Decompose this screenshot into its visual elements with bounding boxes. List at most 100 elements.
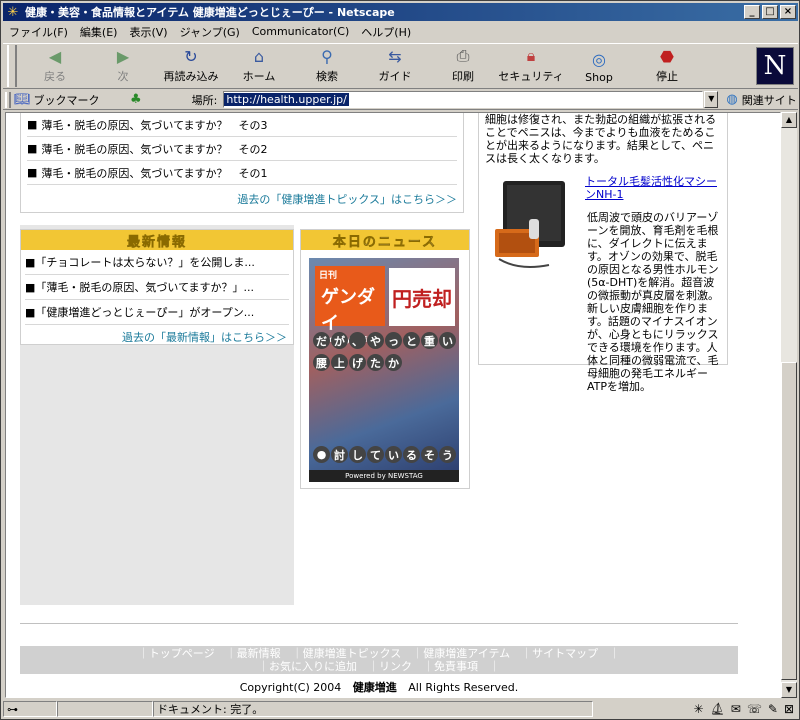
newsgroup-icon[interactable]: ☏ xyxy=(747,702,762,716)
location-bar: 📖︎ ブックマーク ♣ 場所: http://health.upper.jp/ … xyxy=(3,90,798,110)
footer-nav-line-2[interactable]: ｜お気に入りに追加 ｜リンク ｜免責事項 ｜ xyxy=(20,660,738,673)
page-content[interactable]: ■ 薄毛・脱毛の原因、気づいてますか？ その3 ■ 薄毛・脱毛の原因、気づいてますか… xyxy=(5,112,781,698)
composer-icon[interactable]: ✎ xyxy=(768,702,778,716)
menu-go[interactable]: ジャンプ(G) xyxy=(174,24,246,40)
progress-bar xyxy=(57,701,153,717)
stop-icon: ⬣ xyxy=(660,46,674,66)
bookmarks-button[interactable]: 📖︎ ブックマーク xyxy=(14,92,124,108)
status-text: ドキュメント: 完了。 xyxy=(153,701,593,717)
url-dropdown-button[interactable]: ▼ xyxy=(704,91,719,108)
print-button[interactable]: ⎙ 印刷 xyxy=(429,45,497,87)
search-button[interactable]: ⚲ 検索 xyxy=(293,45,361,87)
headline-line-3: ● 討しているそう xyxy=(313,446,456,463)
past-news-link[interactable]: 過去の「最新情報」はこちら＞＞ xyxy=(21,325,293,345)
offline-icon[interactable]: ⊠ xyxy=(784,702,794,716)
location-label: 場所: xyxy=(191,93,218,107)
vertical-scrollbar[interactable]: ▲ ▼ xyxy=(781,112,797,698)
bullet-square-icon: ■ xyxy=(25,305,36,319)
topic-item[interactable]: ■ 薄毛・脱毛の原因、気づいてますか？ その2 xyxy=(27,137,457,161)
menu-help[interactable]: ヘルプ(H) xyxy=(355,24,417,40)
security-button[interactable]: 🔒︎ セキュリティ xyxy=(497,45,565,87)
mail-icon[interactable]: ✉ xyxy=(731,702,741,716)
related-sites-button[interactable]: ◍ 関連サイト xyxy=(726,92,796,108)
menu-view[interactable]: 表示(V) xyxy=(123,24,173,40)
bullet-square-icon: ■ xyxy=(25,280,36,294)
headline-line-1: だが、やっと重い xyxy=(313,332,456,349)
news-item[interactable]: ■ 「チョコレートは太らない？」を公開しま... xyxy=(25,250,289,275)
printer-icon: ⎙ xyxy=(456,46,470,65)
stop-button[interactable]: ⬣ 停止 xyxy=(633,45,701,87)
footer-nav-line-1[interactable]: ｜トップページ ｜最新情報 ｜健康増進トピックス ｜健康増進アイテム ｜サイトマ… xyxy=(20,647,738,660)
guide-icon: ⇆ xyxy=(388,46,402,66)
forward-arrow-icon: ▶ xyxy=(116,46,130,66)
back-button[interactable]: ◀ 戻る xyxy=(21,45,89,87)
copyright: Copyright(C) 2004 健康増進 All Rights Reserv… xyxy=(239,681,519,694)
reload-icon: ↻ xyxy=(184,46,198,66)
bullet-square-icon: ■ xyxy=(27,142,38,155)
url-text: http://health.upper.jp/ xyxy=(224,93,349,106)
bullet-square-icon: ■ xyxy=(27,166,38,179)
latest-news-header: 最新情報 xyxy=(21,230,293,250)
menu-bar: ファイル(F) 編集(E) 表示(V) ジャンプ(G) Communicator… xyxy=(3,22,798,41)
search-icon: ⚲ xyxy=(321,46,333,66)
item-intro-text: 細胞は修復され、また勃起の組織が拡張されることでペニスは、今までよりも血液をため… xyxy=(485,113,717,165)
site-logo: 健康増進 xyxy=(352,681,397,694)
shop-icon: ◎ xyxy=(592,49,606,69)
headline-line-2: 腰上げたか xyxy=(313,354,402,371)
home-icon: ⌂ xyxy=(253,46,265,66)
scroll-down-button[interactable]: ▼ xyxy=(781,682,797,698)
maximize-button[interactable]: □ xyxy=(762,5,778,19)
topic-item[interactable]: ■ 薄毛・脱毛の原因、気づいてますか？ その3 xyxy=(27,113,457,137)
location-grip[interactable] xyxy=(5,91,11,108)
topic-item[interactable]: ■ 薄毛・脱毛の原因、気づいてますか？ その1 xyxy=(27,161,457,185)
home-button[interactable]: ⌂ ホーム xyxy=(225,45,293,87)
product-link[interactable]: トータル毛髪活性化マシーンNH-1 xyxy=(585,175,721,201)
powered-by-label: Powered by NEWSTAG xyxy=(309,470,459,482)
page-proxy-icon[interactable]: ♣ xyxy=(130,92,142,107)
menu-communicator[interactable]: Communicator(C) xyxy=(246,25,355,38)
title-bar: ✳ 健康・美容・食品情報とアイテム 健康増進どっとじぇーぴー - Netscap… xyxy=(3,3,798,21)
latest-news-box: 最新情報 ■ 「チョコレートは太らない？」を公開しま... ■ 「薄毛・脱毛の原因、… xyxy=(20,229,294,345)
forward-button[interactable]: ▶ 次 xyxy=(89,45,157,87)
bookmark-icon: 📖︎ xyxy=(14,92,31,107)
reload-button[interactable]: ↻ 再読み込み xyxy=(157,45,225,87)
shop-button[interactable]: ◎ Shop xyxy=(565,45,633,87)
minimize-button[interactable]: _ xyxy=(744,5,760,19)
menu-edit[interactable]: 編集(E) xyxy=(74,24,124,40)
footer-nav: ｜トップページ ｜最新情報 ｜健康増進トピックス ｜健康増進アイテム ｜サイトマ… xyxy=(20,646,738,674)
browser-window: ✳ 健康・美容・食品情報とアイテム 健康増進どっとじぇーぴー - Netscap… xyxy=(0,0,800,720)
close-button[interactable]: × xyxy=(780,5,796,19)
item-panel: 細胞は修復され、また勃起の組織が拡張されることでペニスは、今までよりも血液をため… xyxy=(478,113,728,393)
security-status-icon[interactable]: ✳ xyxy=(694,702,704,716)
navigation-toolbar: ◀ 戻る ▶ 次 ↻ 再読み込み ⌂ ホーム ⚲ 検索 ⇆ ガイド ⎙ 印刷 🔒… xyxy=(3,43,798,89)
bullet-square-icon: ■ xyxy=(25,255,36,269)
todays-news-box: 本日のニュース 日刊 ゲンダイ dailymail 円売却 だが、やっと重い 腰… xyxy=(300,229,470,489)
topics-box: ■ 薄毛・脱毛の原因、気づいてますか？ その3 ■ 薄毛・脱毛の原因、気づいてますか… xyxy=(20,113,464,213)
todays-news-header: 本日のニュース xyxy=(301,230,469,250)
netscape-app-icon[interactable]: ✳ xyxy=(5,4,21,20)
news-item[interactable]: ■ 「健康増進どっとじぇーぴー」がオープン... xyxy=(25,300,289,325)
past-topics-link[interactable]: 過去の「健康増進トピックス」はこちら＞＞ xyxy=(21,185,463,207)
newspaper-headline: 円売却 xyxy=(389,268,455,326)
menu-file[interactable]: ファイル(F) xyxy=(3,24,74,40)
window-title: 健康・美容・食品情報とアイテム 健康増進どっとじぇーぴー - Netscape xyxy=(25,6,395,19)
scroll-up-button[interactable]: ▲ xyxy=(781,112,797,128)
scroll-thumb[interactable] xyxy=(781,362,797,680)
newspaper-image[interactable]: 日刊 ゲンダイ dailymail 円売却 だが、やっと重い 腰上げたか ●討し… xyxy=(309,258,459,482)
footer-divider xyxy=(20,623,738,624)
navigator-icon[interactable]: ⛵︎ xyxy=(710,702,725,716)
netscape-logo[interactable]: N xyxy=(756,47,794,85)
product-description: 低周波で頭皮のバリアーゾーンを開放、育毛剤を毛根に、ダイレクトに伝えます。オゾン… xyxy=(587,211,719,393)
related-sites-icon: ◍ xyxy=(726,92,738,107)
url-input[interactable]: http://health.upper.jp/ xyxy=(223,91,704,108)
bullet-square-icon: ■ xyxy=(27,118,38,131)
plug-icon: ⊶ xyxy=(7,702,18,716)
toolbar-grip[interactable] xyxy=(7,45,17,87)
status-bar: ⊶ ドキュメント: 完了。 ✳ ⛵︎ ✉ ☏ ✎ ⊠ xyxy=(3,700,798,718)
back-arrow-icon: ◀ xyxy=(48,46,62,66)
guide-button[interactable]: ⇆ ガイド xyxy=(361,45,429,87)
connection-status: ⊶ xyxy=(3,701,57,717)
newspaper-logo: 日刊 ゲンダイ dailymail xyxy=(315,266,385,344)
lock-icon: 🔒︎ xyxy=(526,46,536,65)
news-item[interactable]: ■ 「薄毛・脱毛の原因、気づいてますか？」... xyxy=(25,275,289,300)
